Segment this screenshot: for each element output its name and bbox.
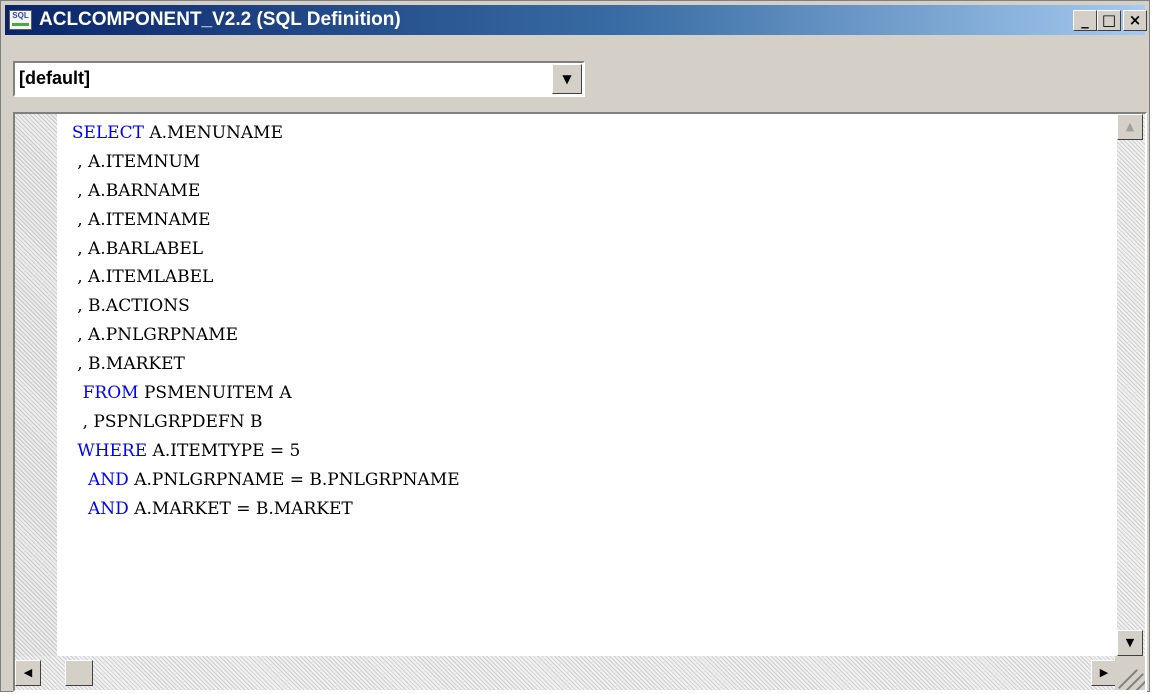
sql-text: A.MENUNAME — [143, 123, 283, 143]
sql-keyword: AND — [88, 469, 129, 490]
sql-keyword: AND — [88, 498, 129, 519]
sql-text: , A.PNLGRPNAME — [61, 325, 239, 346]
sql-definition-window: SQL ACLCOMPONENT_V2.2 (SQL Definition) _… — [0, 0, 1150, 692]
sql-keyword: SELECT — [71, 123, 144, 143]
sql-line: AND A.PNLGRPNAME = B.PNLGRPNAME — [61, 466, 460, 495]
scroll-down-button[interactable]: ▼ — [1117, 630, 1143, 656]
close-button[interactable]: × — [1123, 10, 1147, 31]
sql-keyword: FROM — [82, 383, 139, 404]
sql-text: A.PNLGRPNAME = B.PNLGRPNAME — [128, 469, 460, 490]
scroll-right-button[interactable]: ▶ — [1091, 660, 1117, 686]
horizontal-scroll-thumb[interactable] — [65, 660, 93, 686]
sql-line: , A.ITEMNUM — [61, 148, 460, 177]
vertical-scrollbar[interactable]: ▲ ▼ — [1117, 114, 1145, 656]
sql-line: WHERE A.ITEMTYPE = 5 — [61, 437, 460, 466]
definition-select[interactable]: [default] ▼ — [13, 61, 585, 97]
app-icon-stripe — [12, 23, 29, 26]
sql-text: A.MARKET = B.MARKET — [128, 498, 353, 519]
sql-line: , B.MARKET — [61, 350, 460, 379]
sql-keyword: WHERE — [77, 440, 148, 461]
sql-text: , A.ITEMNAME — [61, 209, 211, 230]
sql-line: FROM PSMENUITEM A — [61, 379, 460, 408]
sql-text: , A.ITEMLABEL — [61, 267, 214, 288]
resize-grip[interactable] — [1115, 656, 1145, 690]
sql-app-icon[interactable]: SQL — [9, 10, 32, 30]
window-title: ACLCOMPONENT_V2.2 (SQL Definition) — [39, 9, 401, 30]
sql-text: , B.MARKET — [61, 354, 185, 375]
sql-line: , A.BARLABEL — [61, 235, 460, 264]
scroll-left-button[interactable]: ◀ — [15, 660, 41, 686]
chevron-down-icon[interactable]: ▼ — [552, 64, 582, 94]
sql-text: PSMENUITEM A — [138, 383, 292, 404]
sql-editor[interactable]: SELECT A.MENUNAME , A.ITEMNUM , A.BARNAM… — [13, 112, 1147, 692]
sql-text: A.ITEMTYPE = 5 — [147, 440, 301, 461]
sql-text: , A.BARLABEL — [61, 238, 204, 259]
title-bar[interactable]: SQL ACLCOMPONENT_V2.2 (SQL Definition) _… — [5, 5, 1147, 35]
sql-line: , B.ACTIONS — [61, 292, 460, 321]
sql-line: , A.ITEMLABEL — [61, 263, 460, 292]
sql-line: , A.BARNAME — [61, 177, 460, 206]
sql-text: , PSPNLGRPDEFN B — [61, 411, 263, 432]
minimize-button[interactable]: _ — [1073, 10, 1097, 31]
sql-line: , A.ITEMNAME — [61, 206, 460, 235]
sql-code[interactable]: SELECT A.MENUNAME , A.ITEMNUM , A.BARNAM… — [61, 119, 460, 523]
editor-gutter — [15, 114, 57, 656]
sql-text: , A.ITEMNUM — [61, 151, 201, 172]
app-icon-label: SQL — [12, 11, 29, 20]
sql-line: SELECT A.MENUNAME — [61, 119, 460, 148]
sql-line: , A.PNLGRPNAME — [61, 321, 460, 350]
definition-select-value: [default] — [19, 68, 90, 88]
sql-text: , B.ACTIONS — [61, 296, 190, 317]
maximize-button[interactable]: □ — [1097, 10, 1121, 31]
scroll-up-button[interactable]: ▲ — [1117, 114, 1143, 140]
sql-text: , A.BARNAME — [61, 180, 201, 201]
sql-line: , PSPNLGRPDEFN B — [61, 408, 460, 437]
horizontal-scrollbar[interactable]: ◀ ▶ — [15, 656, 1117, 690]
sql-line: AND A.MARKET = B.MARKET — [61, 495, 460, 524]
